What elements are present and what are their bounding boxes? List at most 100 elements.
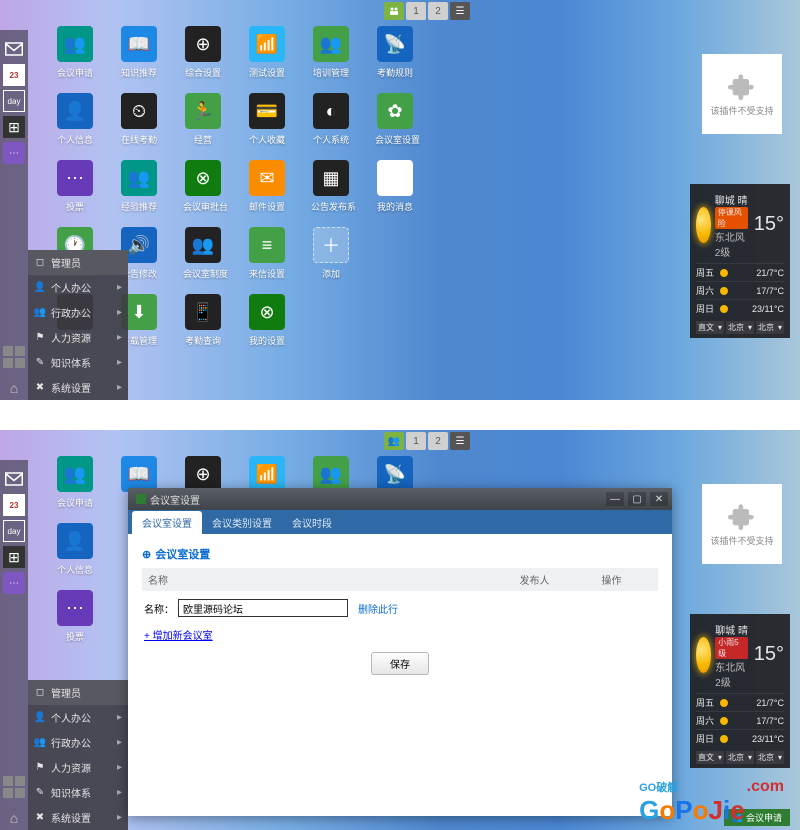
app-messages[interactable]: M我的消息 xyxy=(375,160,415,213)
chat-icon[interactable]: ⋯ xyxy=(3,572,25,594)
dialog-icon xyxy=(136,494,146,504)
plugin-text: 该插件不受支持 xyxy=(710,104,773,117)
pager-list-icon[interactable]: ☰ xyxy=(450,2,470,20)
menu-knowledge[interactable]: ✎知识体系▸ xyxy=(28,780,128,805)
weather-sel-2[interactable]: 北京▾ xyxy=(726,321,754,334)
app-room-rules[interactable]: 👥会议室制度 xyxy=(183,227,223,280)
app-vote[interactable]: ⋯投票 xyxy=(55,160,95,213)
pager-list-icon[interactable]: ☰ xyxy=(450,432,470,450)
start-menu: ◻管理员 👤个人办公▸ 👥行政办公▸ ⚑人力资源▸ ✎知识体系▸ ✖系统设置▸ xyxy=(28,680,128,830)
add-widget-icon[interactable]: ⊞ xyxy=(3,116,25,138)
app-favorites[interactable]: 💳个人收藏 xyxy=(247,93,287,146)
tab-room-settings[interactable]: 会议室设置 xyxy=(132,511,202,534)
dock-sidebar: 23 day ⊞ ⋯ ⌂ xyxy=(0,30,28,400)
pager-2[interactable]: 2 xyxy=(428,2,448,20)
weather-temp: 15° xyxy=(754,213,784,236)
app-knowledge[interactable]: 📖知识推荐 xyxy=(119,26,159,79)
app-online-attendance[interactable]: ⏲在线考勤 xyxy=(119,93,159,146)
pager-icon[interactable] xyxy=(384,2,404,20)
app-add[interactable]: ＋添加 xyxy=(311,227,351,280)
delete-row-link[interactable]: 删除此行 xyxy=(358,601,398,616)
menu-admin-office[interactable]: 👥行政办公▸ xyxy=(28,300,128,325)
weather-sel-1[interactable]: 直文▾ xyxy=(696,321,724,334)
app-exp[interactable]: 👥经验推荐 xyxy=(119,160,159,213)
weather-widget[interactable]: 聊城 晴 停课风险东北风2级 15° 周五21/7°C 周六17/7°C 周日2… xyxy=(690,184,790,338)
home-icon[interactable]: ⌂ xyxy=(10,806,18,830)
meeting-room-dialog: 会议室设置 — ▢ ✕ 会议室设置 会议类别设置 会议时段 ⊕会议室设置 名称 … xyxy=(128,488,672,816)
minimize-button[interactable]: — xyxy=(606,492,624,506)
home-icon[interactable]: ⌂ xyxy=(10,376,18,400)
dock-sidebar: 23 day ⊞ ⋯ ⌂ xyxy=(0,460,28,830)
app-vote[interactable]: ⋯投票 xyxy=(55,590,95,643)
menu-system[interactable]: ✖系统设置▸ xyxy=(28,375,128,400)
weather-widget[interactable]: 聊城 晴 小雨5级东北风2级 15° 周五21/7°C 周六17/7°C 周日2… xyxy=(690,614,790,768)
day-view-icon[interactable]: day xyxy=(3,520,25,542)
close-button[interactable]: ✕ xyxy=(650,492,668,506)
workspace-pager[interactable]: 👥 1 2 ☰ xyxy=(384,432,470,450)
col-name: 名称 xyxy=(142,568,514,591)
tray-icons[interactable] xyxy=(2,346,26,372)
app-profile[interactable]: 👤个人信息 xyxy=(55,523,95,576)
menu-system[interactable]: ✖系统设置▸ xyxy=(28,805,128,830)
dialog-titlebar[interactable]: 会议室设置 — ▢ ✕ xyxy=(128,488,672,510)
sun-icon xyxy=(696,637,711,673)
app-mail-settings[interactable]: ✉邮件设置 xyxy=(247,160,287,213)
pager-1[interactable]: 1 xyxy=(406,432,426,450)
menu-personal-office[interactable]: 👤个人办公▸ xyxy=(28,705,128,730)
plugin-unsupported: 该插件不受支持 xyxy=(702,484,782,564)
menu-hr[interactable]: ⚑人力资源▸ xyxy=(28,755,128,780)
app-attendance-rules[interactable]: 📡考勤规则 xyxy=(375,26,415,79)
mail-icon[interactable] xyxy=(3,468,25,490)
app-business[interactable]: 🏃经营 xyxy=(183,93,223,146)
maximize-button[interactable]: ▢ xyxy=(628,492,646,506)
app-training[interactable]: 👥培训管理 xyxy=(311,26,351,79)
app-general-settings[interactable]: ⊕综合设置 xyxy=(183,26,223,79)
app-meeting-approve[interactable]: ⊗会议审批台 xyxy=(183,160,223,213)
tab-timeslot[interactable]: 会议时段 xyxy=(282,511,342,534)
col-action: 操作 xyxy=(596,568,658,591)
calendar-icon[interactable]: 23 xyxy=(3,494,25,516)
menu-admin-office[interactable]: 👥行政办公▸ xyxy=(28,730,128,755)
pager-1[interactable]: 1 xyxy=(406,2,426,20)
calendar-icon[interactable]: 23 xyxy=(3,64,25,86)
chat-icon[interactable]: ⋯ xyxy=(3,142,25,164)
menu-personal-office[interactable]: 👤个人办公▸ xyxy=(28,275,128,300)
workspace-pager[interactable]: 1 2 ☰ xyxy=(384,2,470,20)
mail-icon[interactable] xyxy=(3,38,25,60)
field-label: 名称： xyxy=(144,601,174,616)
watermark: GO破解 GoPoJie .com xyxy=(639,778,784,826)
start-menu: ◻管理员 👤个人办公▸ 👥行政办公▸ ⚑人力资源▸ ✎知识体系▸ ✖系统设置▸ xyxy=(28,250,128,400)
app-meeting-request[interactable]: 👥会议申请 xyxy=(55,26,95,79)
tray-icons[interactable] xyxy=(2,776,26,802)
save-button[interactable]: 保存 xyxy=(371,652,429,675)
menu-admin[interactable]: ◻管理员 xyxy=(28,680,128,705)
add-room-link[interactable]: + 增加新会议室 xyxy=(144,631,213,642)
pager-icon[interactable]: 👥 xyxy=(384,432,404,450)
app-personal-system[interactable]: ◐个人系统 xyxy=(311,93,351,146)
day-view-icon[interactable]: day xyxy=(3,90,25,112)
plugin-unsupported: 该插件不受支持 xyxy=(702,54,782,134)
menu-admin[interactable]: ◻管理员 xyxy=(28,250,128,275)
tab-category[interactable]: 会议类别设置 xyxy=(202,511,282,534)
col-publisher: 发布人 xyxy=(514,568,596,591)
menu-knowledge[interactable]: ✎知识体系▸ xyxy=(28,350,128,375)
puzzle-icon xyxy=(728,72,756,100)
app-meeting-request[interactable]: 👥会议申请 xyxy=(55,456,95,509)
sun-icon xyxy=(696,207,711,243)
section-title: ⊕会议室设置 xyxy=(142,546,658,562)
app-test-settings[interactable]: 📶测试设置 xyxy=(247,26,287,79)
app-meeting-room[interactable]: ✿会议室设置 xyxy=(375,93,415,146)
add-widget-icon[interactable]: ⊞ xyxy=(3,546,25,568)
room-name-input[interactable] xyxy=(178,599,348,617)
app-letter[interactable]: ≡来信设置 xyxy=(247,227,287,280)
app-my-settings[interactable]: ⊗我的设置 xyxy=(247,294,287,347)
room-table: 名称 发布人 操作 xyxy=(142,568,658,591)
dialog-tabs: 会议室设置 会议类别设置 会议时段 xyxy=(128,510,672,534)
dialog-title: 会议室设置 xyxy=(150,492,200,507)
app-attendance-query[interactable]: 📱考勤查询 xyxy=(183,294,223,347)
menu-hr[interactable]: ⚑人力资源▸ xyxy=(28,325,128,350)
weather-sel-3[interactable]: 北京▾ xyxy=(756,321,784,334)
app-profile[interactable]: 👤个人信息 xyxy=(55,93,95,146)
pager-2[interactable]: 2 xyxy=(428,432,448,450)
app-announce[interactable]: ▦公告发布系 xyxy=(311,160,351,213)
